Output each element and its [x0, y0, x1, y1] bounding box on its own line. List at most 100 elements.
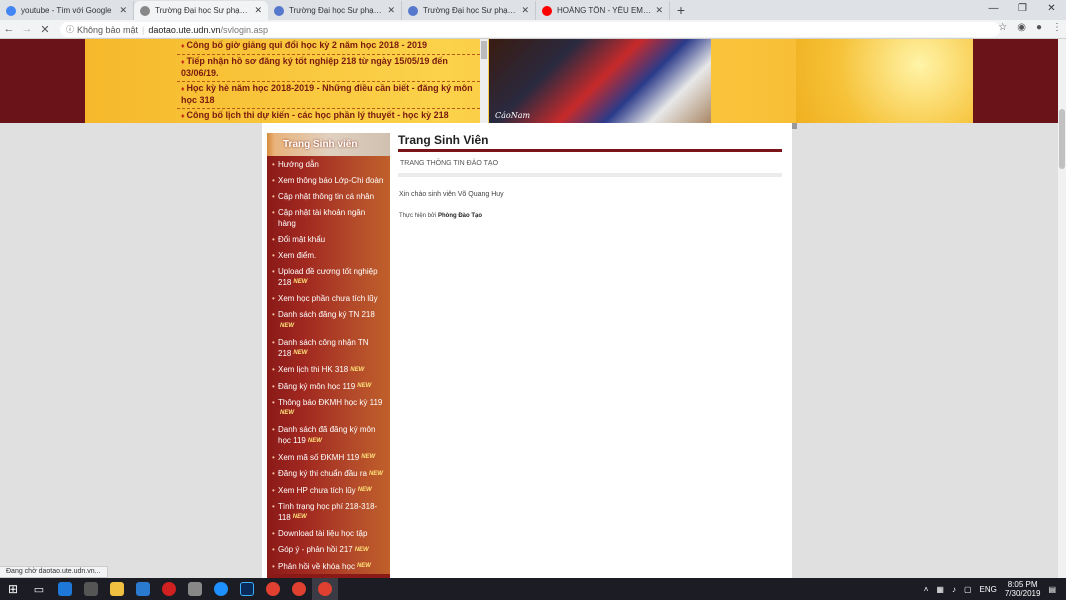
security-label: Không bảo mật — [77, 24, 139, 35]
sidebar-item-label: Xem lịch thi HK 318 — [278, 365, 349, 375]
menu-kebab-icon[interactable]: ⋮ — [1052, 22, 1062, 33]
close-window-button[interactable]: ✕ — [1037, 0, 1066, 20]
sidebar-item[interactable]: Cập nhật thông tin cá nhân — [267, 188, 390, 204]
page-title: Trang Sinh Viên — [398, 133, 782, 152]
app-icon-blue[interactable] — [130, 578, 156, 600]
news-link[interactable]: Học kỳ hè năm học 2018-2019 - Những điều… — [177, 82, 480, 109]
photoshop-icon[interactable] — [234, 578, 260, 600]
sidebar-item[interactable]: Hướng dẫn — [267, 156, 390, 172]
chrome-glyph-1 — [266, 582, 280, 596]
sidebar-item[interactable]: Xem lịch thi HK 318NEW — [267, 361, 390, 377]
loading-icon — [140, 5, 150, 16]
news-link[interactable]: Công bố lịch thi dự kiến - các học phần … — [177, 109, 480, 123]
sidebar-item[interactable]: Thông báo ĐKMH học kỳ 119 NEW — [267, 394, 390, 421]
photo-signature: CáoNam — [495, 111, 531, 120]
page-scroll-thumb[interactable] — [1059, 109, 1065, 169]
tab-close-icon[interactable]: ✕ — [521, 5, 529, 16]
record-app-icon[interactable] — [156, 578, 182, 600]
new-tab-button[interactable]: + — [670, 1, 692, 20]
file-explorer-icon[interactable] — [104, 578, 130, 600]
minimize-button[interactable]: — — [979, 0, 1008, 20]
school-icon — [408, 5, 418, 16]
tab-title: youtube - Tìm với Google — [21, 6, 112, 15]
sidebar-item[interactable]: Xem thông báo Lớp-Chi đoàn — [267, 172, 390, 188]
news-link[interactable]: Công bố giờ giảng qui đổi học kỳ 2 năm h… — [177, 39, 480, 55]
browser-tab[interactable]: HOÀNG TÔN - YÊU EM RẤT NHIỀ✕ — [536, 1, 670, 20]
news-scroll-thumb[interactable] — [481, 41, 487, 59]
sidebar-item[interactable]: Đăng ký thi chuẩn đầu raNEW — [267, 465, 390, 481]
restore-button[interactable]: ❐ — [1008, 0, 1037, 20]
task-view-icon[interactable]: ▭ — [26, 578, 52, 600]
stop-icon[interactable]: ✕ — [36, 23, 54, 36]
profile-icon[interactable]: ● — [1036, 22, 1042, 33]
chrome-icon-2[interactable] — [286, 578, 312, 600]
news-link[interactable]: Tiếp nhận hồ sơ đăng ký tốt nghiệp 218 t… — [177, 55, 480, 82]
photoshop-glyph — [240, 582, 254, 596]
sidebar-item-label: Đăng ký môn học 119 — [278, 381, 356, 391]
edge-icon[interactable] — [52, 578, 78, 600]
credit-org: Phòng Đào Tạo — [437, 213, 482, 219]
sidebar-item[interactable]: Xem học phần chưa tích lũy — [267, 290, 390, 306]
sidebar-item[interactable]: Tình trạng học phí 218-318-118NEW — [267, 498, 390, 525]
sidebar-item-label: Phản hồi về khóa học — [278, 561, 355, 571]
tab-close-icon[interactable]: ✕ — [119, 5, 127, 16]
chrome-icon-1[interactable] — [260, 578, 286, 600]
back-arrow-icon[interactable]: ← — [0, 23, 18, 35]
sidebar-item[interactable]: Upload đề cương tốt nghiệp 218NEW — [267, 263, 390, 290]
youtube-icon — [542, 5, 552, 16]
url-field[interactable]: ⓘ Không bảo mật | daotao.ute.udn.vn/svlo… — [60, 22, 1000, 37]
sidebar-item[interactable]: Cập nhật tài khoản ngân hàng — [267, 204, 390, 231]
network-icon[interactable]: ▦ — [936, 585, 944, 594]
sidebar-item[interactable]: Danh sách đăng ký TN 218 NEW — [267, 306, 390, 333]
divider: | — [142, 24, 145, 35]
tab-close-icon[interactable]: ✕ — [254, 5, 262, 16]
browser-tab[interactable]: Trường Đại học Sư phạm Kỹ thuậ✕ — [268, 1, 402, 20]
bookmark-star-icon[interactable]: ☆ — [998, 22, 1007, 33]
info-icon[interactable]: ⓘ — [66, 24, 74, 35]
browser-tab[interactable]: Trường Đại học Sư phạm Kỹ thuậ✕ — [134, 1, 268, 20]
sidebar-item[interactable]: Download tài liệu học tập — [267, 525, 390, 541]
tab-close-icon[interactable]: ✕ — [387, 5, 395, 16]
news-scrollbar[interactable] — [480, 39, 488, 123]
sidebar-item[interactable]: Đăng ký môn học 119NEW — [267, 378, 390, 394]
system-tray: ˄ ▦ ♪ ▢ ENG 8:05 PM 7/30/2019 ▤ — [924, 578, 1056, 600]
start-button[interactable]: ⊞ — [0, 578, 26, 600]
sidebar-item[interactable]: Phản hồi về khóa họcNEW — [267, 558, 390, 574]
tab-close-icon[interactable]: ✕ — [655, 5, 663, 16]
sidebar-item[interactable]: Xem mã số ĐKMH 119NEW — [267, 449, 390, 465]
forward-arrow-icon[interactable]: → — [18, 23, 36, 35]
messenger-glyph — [214, 582, 228, 596]
credit-line: Thực hiện bởi Phòng Đào Tạo — [398, 213, 782, 219]
notification-icon[interactable]: ▤ — [1048, 585, 1056, 594]
browser-tab[interactable]: youtube - Tìm với Google ✕ — [0, 1, 134, 20]
sidebar-item[interactable]: Xem điểm. — [267, 247, 390, 263]
student-sidebar: Trang Sinh viên Hướng dẫn Xem thông báo L… — [267, 133, 390, 578]
main-content: Trang Sinh Viên TRANG THÔNG TIN ĐÀO TẠO … — [398, 133, 782, 219]
volume-icon[interactable]: ♪ — [952, 585, 956, 594]
new-badge-icon: NEW — [357, 486, 372, 493]
chat-icon[interactable]: ▢ — [964, 585, 972, 594]
language-indicator[interactable]: ENG — [980, 585, 997, 594]
sidebar-item[interactable]: Góp ý - phản hồi 217NEW — [267, 541, 390, 557]
sidebar-item-label: Góp ý - phản hồi 217 — [278, 545, 353, 555]
school-icon — [274, 5, 284, 16]
toolbar-icons: ☆ ◉ ● ⋮ — [998, 22, 1062, 33]
messenger-icon[interactable] — [208, 578, 234, 600]
browser-tab[interactable]: Trường Đại học Sư phạm Kỹ thuậ✕ — [402, 1, 536, 20]
new-badge-icon: NEW — [357, 382, 372, 389]
extension-icon[interactable]: ◉ — [1017, 22, 1026, 33]
sidebar-item-label: Đăng ký thi chuẩn đầu ra — [278, 469, 367, 479]
sidebar-item-label: Xem học phần chưa tích lũy — [278, 294, 378, 304]
page-scrollbar[interactable] — [1058, 39, 1066, 578]
store-icon[interactable] — [78, 578, 104, 600]
url-host: daotao.ute.udn.vn — [148, 24, 221, 35]
sidebar-item[interactable]: Đổi mật khẩu — [267, 231, 390, 247]
sidebar-item[interactable]: Xem HP chưa tích lũyNEW — [267, 482, 390, 498]
tray-chevron-icon[interactable]: ˄ — [924, 585, 929, 594]
chrome-icon-3[interactable] — [312, 578, 338, 600]
clock[interactable]: 8:05 PM 7/30/2019 — [1005, 580, 1041, 598]
sidebar-item[interactable]: Danh sách đã đăng ký môn học 119NEW — [267, 421, 390, 448]
app-icon-gray[interactable] — [182, 578, 208, 600]
sidebar-item[interactable]: Danh sách công nhận TN 218NEW — [267, 334, 390, 361]
tab-title: Trường Đại học Sư phạm Kỹ thuậ — [423, 6, 518, 15]
